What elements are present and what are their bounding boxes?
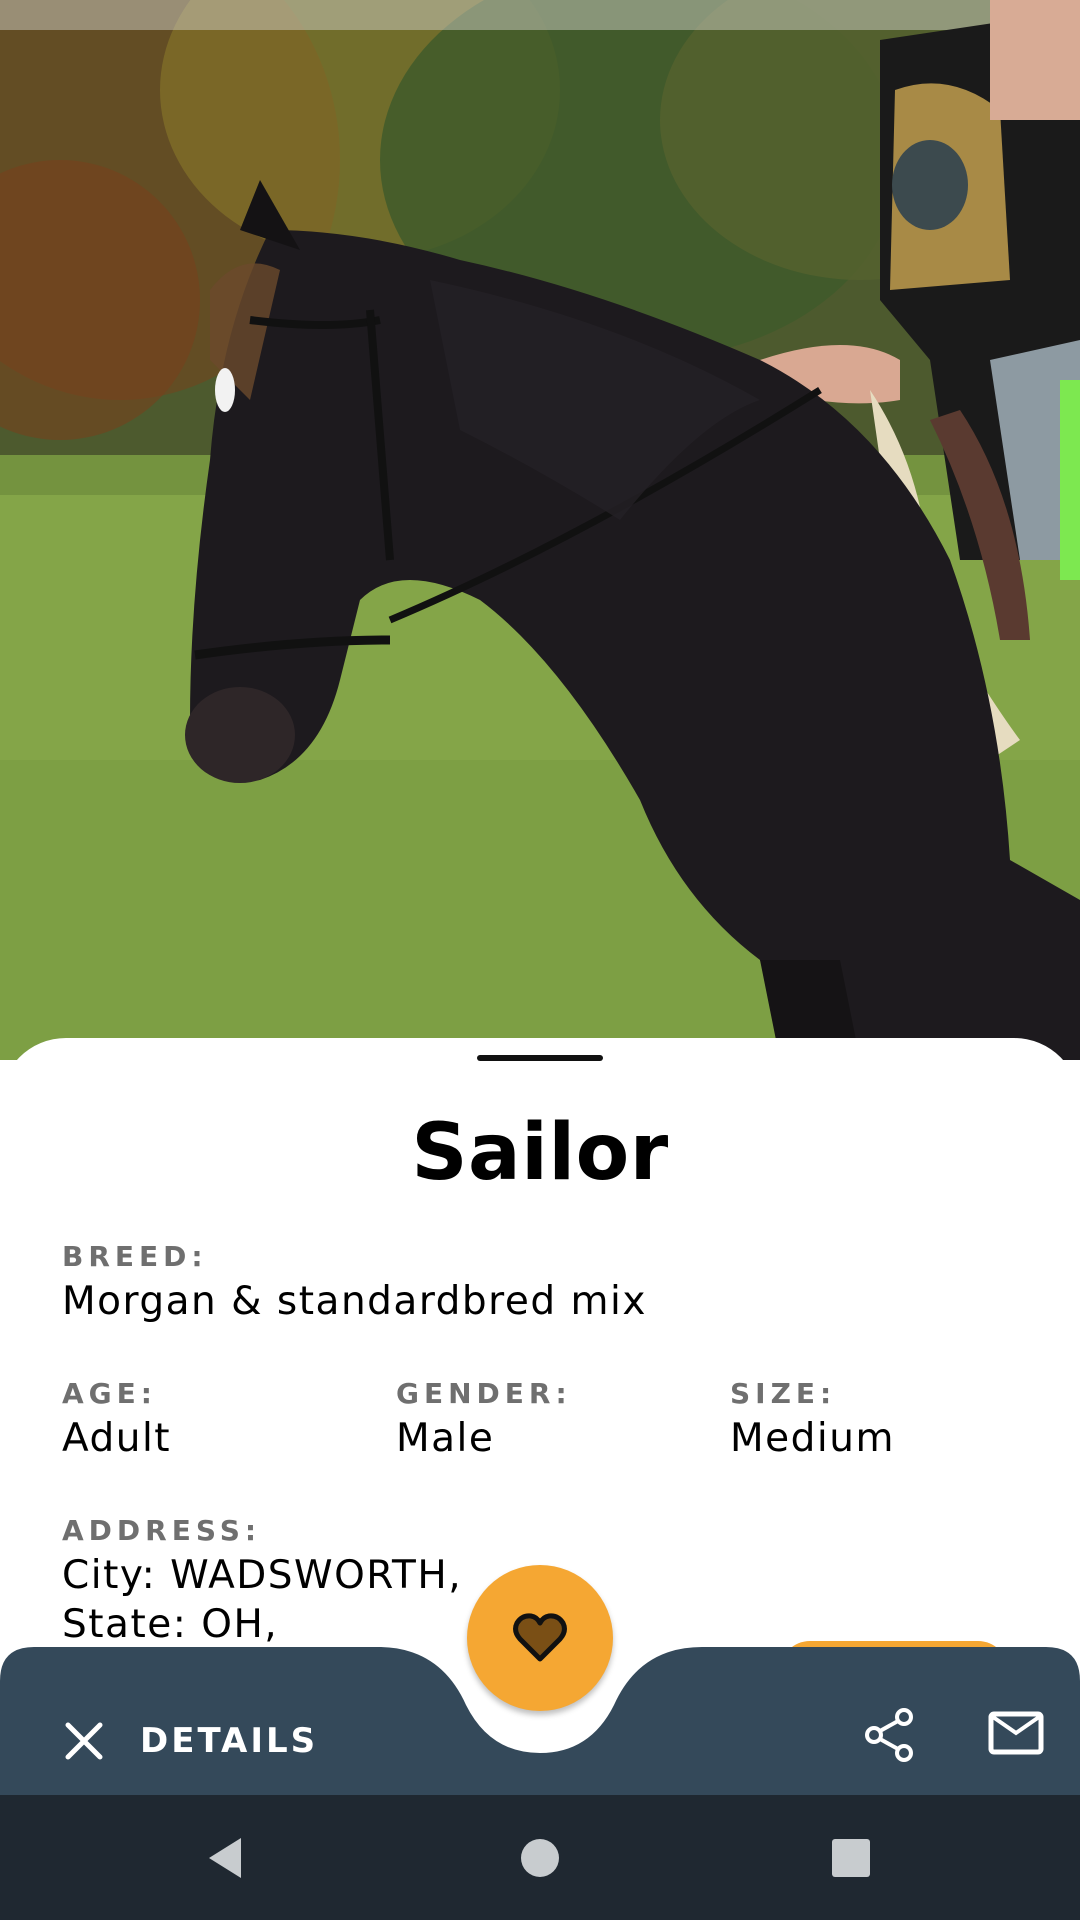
back-triangle-icon — [209, 1838, 241, 1878]
heart-icon — [513, 1613, 567, 1662]
breed-value: Morgan & standardbred mix — [62, 1279, 647, 1324]
nav-recents-button[interactable] — [826, 1833, 876, 1883]
close-button[interactable] — [54, 1711, 114, 1771]
age-label: AGE: — [62, 1377, 157, 1410]
share-button[interactable] — [858, 1703, 922, 1767]
size-value: Medium — [730, 1416, 895, 1461]
address-state: State: OH, — [62, 1602, 279, 1647]
message-button[interactable] — [984, 1701, 1048, 1765]
address-label: ADDRESS: — [62, 1514, 262, 1547]
breed-label: BREED: — [62, 1240, 208, 1273]
address-city: City: WADSWORTH, — [62, 1553, 463, 1598]
details-title: DETAILS — [140, 1721, 319, 1761]
age-value: Adult — [62, 1416, 172, 1461]
share-icon — [865, 1708, 913, 1762]
mail-icon — [988, 1711, 1044, 1755]
close-icon — [65, 1722, 103, 1760]
nav-home-button[interactable] — [515, 1833, 565, 1883]
gender-value: Male — [396, 1416, 495, 1461]
favorite-button[interactable] — [467, 1565, 613, 1711]
size-label: SIZE: — [730, 1377, 837, 1410]
gender-label: GENDER: — [396, 1377, 572, 1410]
pet-name: Sailor — [411, 1108, 669, 1198]
nav-back-button[interactable] — [200, 1833, 250, 1883]
system-nav-bar — [0, 1795, 1080, 1920]
recents-square-icon — [832, 1839, 870, 1877]
pet-photo — [0, 0, 1080, 1060]
details-sheet: Sailor BREED: Morgan & standardbred mix … — [0, 1038, 1080, 1671]
drag-handle[interactable] — [477, 1055, 603, 1061]
home-circle-icon — [521, 1839, 559, 1877]
